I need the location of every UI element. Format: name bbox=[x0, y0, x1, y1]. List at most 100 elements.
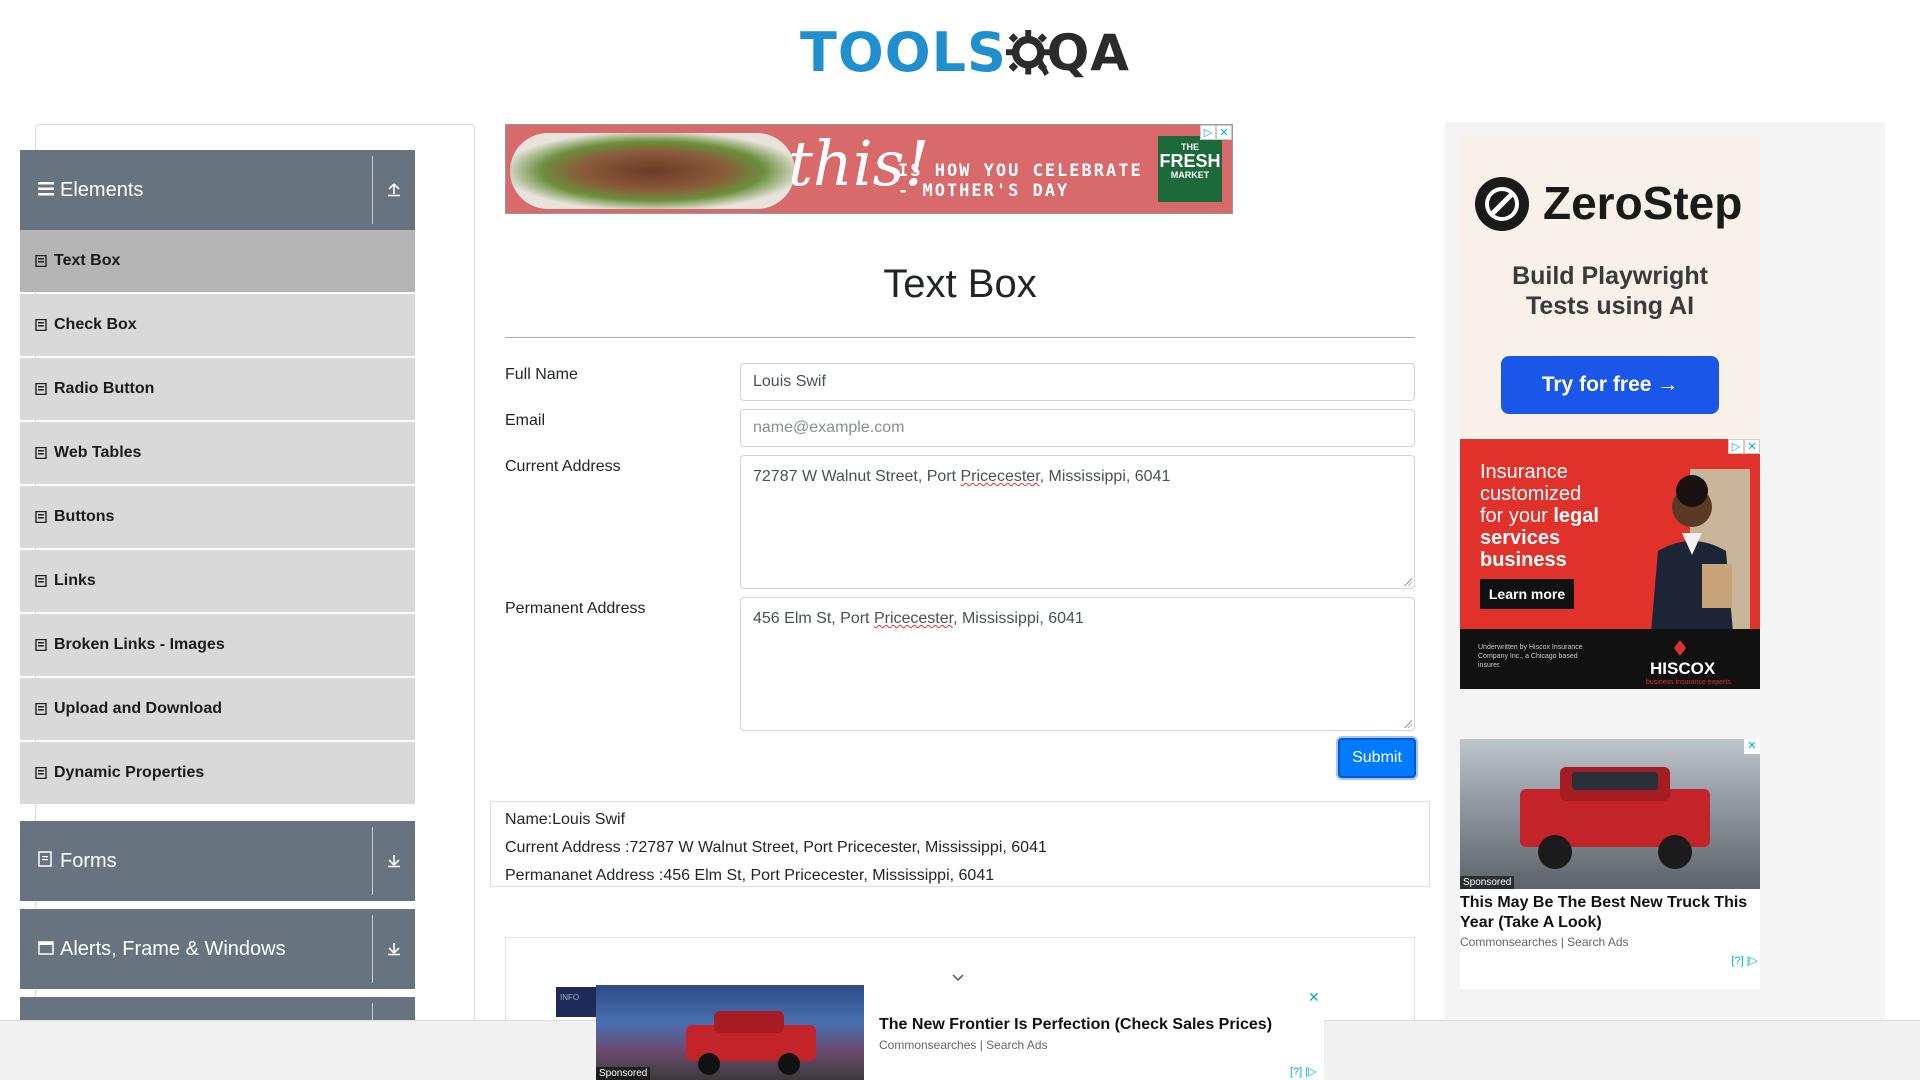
list-icon bbox=[35, 638, 52, 652]
list-icon bbox=[35, 766, 52, 780]
output-permanent-address: Permananet Address :456 Elm St, Port Pri… bbox=[505, 867, 995, 884]
chevron-down-icon[interactable] bbox=[950, 970, 966, 986]
sidebar-item-broken-links[interactable]: Broken Links - Images bbox=[20, 614, 415, 676]
stripe-text: INFO bbox=[560, 993, 580, 1002]
sidebar-item-text-box[interactable]: Text Box bbox=[20, 230, 415, 292]
hiscox-line-3a: for your bbox=[1480, 505, 1554, 527]
permanent-address-text-c: , Mississippi, 6041 bbox=[953, 610, 1084, 627]
current-address-text-a: 72787 W Walnut Street, Port bbox=[753, 468, 961, 485]
sidebar-item-label: Check Box bbox=[54, 316, 137, 333]
list-icon bbox=[35, 318, 52, 332]
sticky-ad-title[interactable]: The New Frontier Is Perfection (Check Sa… bbox=[879, 1016, 1272, 1034]
permanent-address-text-a: 456 Elm St, Port bbox=[753, 610, 874, 627]
divider bbox=[372, 915, 373, 983]
fresh-market-logo: THE FRESH MARKET bbox=[1158, 136, 1222, 202]
output-current-address: Current Address :72787 W Walnut Street, … bbox=[505, 839, 1047, 856]
permanent-address-text-b: Pricecester bbox=[873, 610, 954, 627]
permanent-address-textarea[interactable]: 456 Elm St, Port Pricecester, Mississipp… bbox=[740, 597, 1415, 731]
banner-ad[interactable]: this! IS HOW YOU CELEBRATE - MOTHER'S DA… bbox=[505, 124, 1233, 214]
collapse-arrow-icon[interactable] bbox=[381, 176, 407, 202]
hiscox-line-5-text: business bbox=[1480, 549, 1567, 571]
adchoices-icon[interactable]: ▷ bbox=[1728, 439, 1744, 454]
sidebar-item-label: Dynamic Properties bbox=[54, 764, 205, 781]
red-truck-image: Sponsored bbox=[1460, 739, 1760, 889]
hiscox-line-4-text: services bbox=[1480, 527, 1561, 549]
full-name-label: Full Name bbox=[505, 366, 578, 383]
list-icon bbox=[35, 702, 52, 716]
divider bbox=[505, 337, 1415, 338]
output-box: Name:Louis Swif Current Address :72787 W… bbox=[490, 801, 1430, 887]
ad-info-link[interactable]: [?] |▷ bbox=[1731, 954, 1758, 967]
close-icon[interactable]: ✕ bbox=[1308, 989, 1320, 1006]
truck-wheel bbox=[778, 1053, 800, 1075]
sidebar-item-upload-download[interactable]: Upload and Download bbox=[20, 678, 415, 740]
sidebar-item-links[interactable]: Links bbox=[20, 550, 415, 612]
email-label: Email bbox=[505, 412, 546, 429]
expand-arrow-icon[interactable] bbox=[381, 935, 407, 961]
businesswoman-image bbox=[1650, 469, 1750, 644]
hiscox-ad[interactable]: Insurance customized for your legal serv… bbox=[1460, 439, 1760, 689]
hiscox-fine-print: Underwritten by Hiscox Insurance Company… bbox=[1478, 644, 1583, 669]
sponsored-label: Sponsored bbox=[596, 1067, 651, 1080]
submit-button[interactable]: Submit bbox=[1338, 738, 1416, 778]
resize-handle[interactable] bbox=[1404, 720, 1412, 728]
list-icon bbox=[35, 510, 52, 524]
banner-line-2: - MOTHER'S DAY bbox=[898, 181, 1070, 201]
sponsored-label: Sponsored bbox=[1460, 876, 1515, 889]
resize-handle[interactable] bbox=[1404, 578, 1412, 586]
sidebar-item-web-tables[interactable]: Web Tables bbox=[20, 422, 415, 484]
truck-ad-title[interactable]: This May Be The Best New Truck This Year… bbox=[1460, 893, 1760, 933]
hiscox-line-3b: legal bbox=[1553, 505, 1599, 527]
truck-wheel bbox=[698, 1053, 720, 1075]
hiscox-logo-icon bbox=[1674, 640, 1686, 656]
sidebar-item-label: Buttons bbox=[54, 508, 115, 525]
sidebar-item-label: Links bbox=[54, 572, 96, 589]
zerostep-tagline-2: Tests using AI bbox=[1525, 292, 1695, 320]
current-address-textarea[interactable]: 72787 W Walnut Street, Port Pricecester,… bbox=[740, 455, 1415, 589]
sidebar-item-label: Broken Links - Images bbox=[54, 636, 225, 653]
ad-choices[interactable]: ▷ ✕ bbox=[1200, 125, 1232, 140]
list-icon bbox=[35, 382, 52, 396]
hiscox-line-5: business bbox=[1480, 549, 1630, 571]
truck-window bbox=[1572, 772, 1658, 790]
truck-showroom-image: Sponsored bbox=[596, 985, 864, 1080]
zerostep-ad[interactable]: ZeroStep Build Playwright Tests using AI… bbox=[1460, 138, 1760, 438]
ad-info-link[interactable]: [?] |▷ bbox=[1290, 1065, 1317, 1078]
truck-ad[interactable]: Sponsored ✕ This May Be The Best New Tru… bbox=[1460, 739, 1760, 989]
hiscox-brand-sub: business insurance experts bbox=[1646, 679, 1731, 686]
full-name-input[interactable]: Louis Swif bbox=[740, 363, 1415, 401]
sidebar-item-check-box[interactable]: Check Box bbox=[20, 294, 415, 356]
group-forms[interactable]: Forms bbox=[20, 821, 415, 901]
close-icon[interactable]: ✕ bbox=[1744, 439, 1760, 454]
hiscox-line-2: customized bbox=[1480, 483, 1582, 505]
expand-arrow-icon[interactable] bbox=[381, 847, 407, 873]
sticky-ad[interactable]: Sponsored The New Frontier Is Perfection… bbox=[596, 985, 1324, 1080]
page-title: Text Box bbox=[883, 262, 1037, 306]
adchoices-icon[interactable]: ▷ bbox=[1200, 125, 1216, 140]
close-icon[interactable]: ✕ bbox=[1216, 125, 1232, 140]
hiscox-line-3: for your legal bbox=[1480, 505, 1630, 527]
hiscox-line-1: Insurance bbox=[1480, 461, 1568, 483]
group-label: Elements bbox=[60, 178, 144, 201]
ad-choices[interactable]: ▷ ✕ bbox=[1728, 439, 1760, 454]
current-address-label: Current Address bbox=[505, 458, 621, 475]
sidebar-item-buttons[interactable]: Buttons bbox=[20, 486, 415, 548]
learn-more-button[interactable]: Learn more bbox=[1480, 579, 1574, 609]
banner-line-1: IS HOW YOU CELEBRATE bbox=[898, 161, 1143, 181]
sticky-ad-source: Commonsearches | Search Ads bbox=[879, 1038, 1048, 1052]
try-for-free-button[interactable]: Try for free → bbox=[1501, 356, 1719, 414]
sidebar-item-dynamic-properties[interactable]: Dynamic Properties bbox=[20, 742, 415, 804]
truck-wheel bbox=[1658, 835, 1692, 869]
logo-big: FRESH bbox=[1159, 151, 1221, 171]
sidebar-item-radio-button[interactable]: Radio Button bbox=[20, 358, 415, 420]
zerostep-logo-icon bbox=[1475, 177, 1529, 231]
group-elements[interactable]: Elements bbox=[20, 150, 415, 230]
email-input[interactable]: name@example.com bbox=[740, 409, 1415, 447]
group-alerts-frame-windows[interactable]: Alerts, Frame & Windows bbox=[20, 909, 415, 989]
page: TOOLS QA Elements Text Box Check Box Rad… bbox=[0, 0, 1920, 1080]
output-name: Name:Louis Swif bbox=[505, 811, 626, 828]
list-icon bbox=[35, 574, 52, 588]
close-icon[interactable]: ✕ bbox=[1744, 739, 1760, 754]
hiscox-brand: HISCOX bbox=[1650, 659, 1716, 678]
toolsqa-logo[interactable]: TOOLS QA bbox=[800, 14, 1130, 92]
